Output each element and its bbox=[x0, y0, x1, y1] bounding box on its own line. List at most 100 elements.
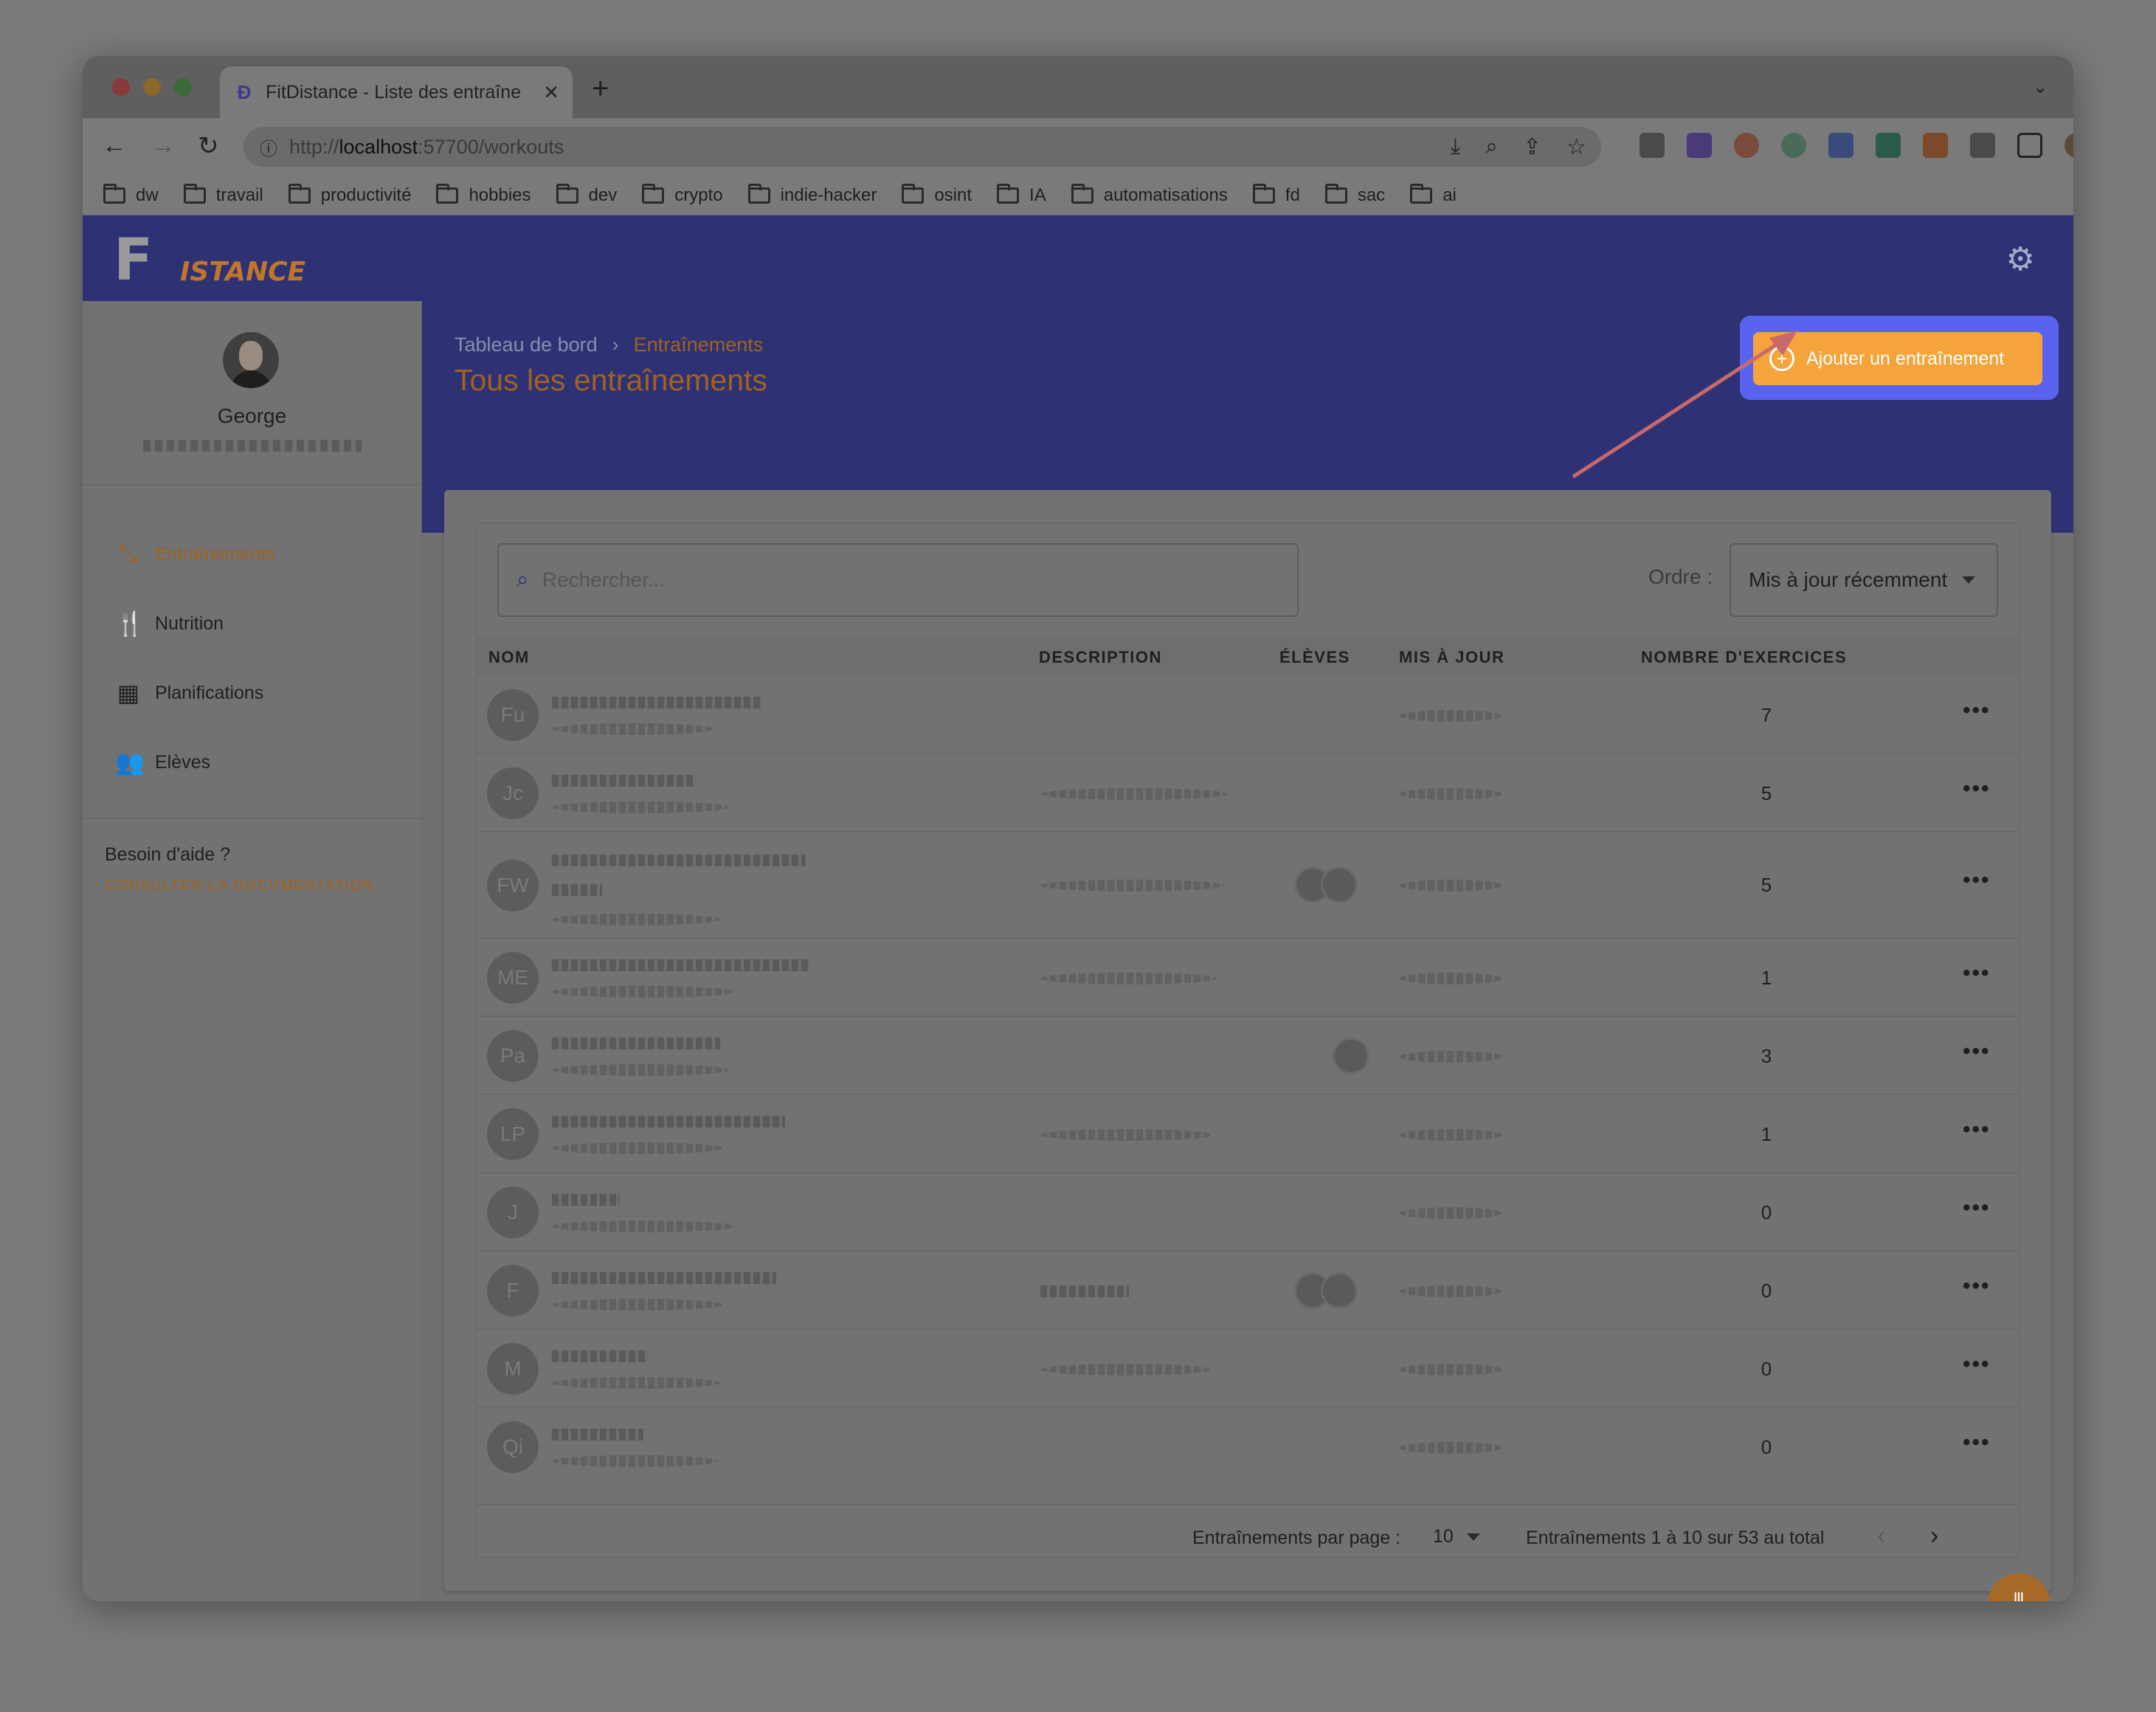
site-info-icon[interactable]: ⓘ bbox=[260, 134, 277, 160]
extensions-puzzle-icon[interactable] bbox=[1970, 133, 1995, 158]
student-avatar[interactable] bbox=[1321, 1272, 1358, 1309]
back-arrow-icon[interactable]: ← bbox=[102, 131, 127, 160]
gear-icon[interactable]: ⚙ bbox=[2006, 241, 2035, 278]
pagination-range: Entraînements 1 à 10 sur 53 au total bbox=[1526, 1528, 1825, 1548]
more-actions-icon[interactable]: ••• bbox=[1963, 698, 1991, 723]
exercise-count: 0 bbox=[1761, 1280, 1772, 1302]
profile-avatar[interactable] bbox=[2065, 133, 2073, 158]
column-header-eleves[interactable]: ÉLÈVES bbox=[1279, 648, 1350, 667]
column-header-description[interactable]: DESCRIPTION bbox=[1039, 648, 1162, 667]
table-row[interactable]: FW 5 ••• bbox=[477, 832, 2019, 939]
more-actions-icon[interactable]: ••• bbox=[1963, 868, 1991, 893]
close-tab-icon[interactable]: ✕ bbox=[543, 81, 559, 104]
table-row[interactable]: Qi 0 ••• bbox=[477, 1408, 2019, 1486]
extension-fox-icon[interactable] bbox=[1923, 133, 1948, 158]
breadcrumb-dashboard[interactable]: Tableau de bord bbox=[455, 334, 598, 356]
workout-avatar: Pa bbox=[487, 1030, 539, 1082]
workout-date-redacted bbox=[552, 1221, 735, 1232]
side-panel-icon[interactable] bbox=[2017, 133, 2042, 158]
bookmark-folder[interactable]: indie-hacker bbox=[747, 183, 877, 206]
next-page-icon[interactable]: › bbox=[1930, 1522, 1938, 1550]
extension-fd-icon[interactable] bbox=[1828, 133, 1853, 158]
address-bar[interactable]: ⓘ http://localhost:57700/workouts ⤓ ⌕ ⇪ … bbox=[243, 127, 1601, 167]
bookmark-folder[interactable]: crypto bbox=[642, 183, 723, 206]
dropdown-caret-icon bbox=[1466, 1533, 1480, 1541]
chevron-right-icon: › bbox=[612, 334, 619, 356]
more-actions-icon[interactable]: ••• bbox=[1963, 776, 1991, 801]
bookmark-folder[interactable]: sac bbox=[1324, 183, 1385, 206]
table-row[interactable]: ME 1 ••• bbox=[477, 939, 2019, 1017]
student-avatar[interactable] bbox=[1333, 1038, 1369, 1074]
tab-list-chevron-icon[interactable]: ⌄ bbox=[2032, 75, 2048, 98]
column-header-nom[interactable]: NOM bbox=[488, 648, 530, 667]
sidebar-item-entrainements[interactable]: ⤡ Entraînements bbox=[115, 540, 274, 568]
workout-avatar: LP bbox=[487, 1108, 539, 1160]
documentation-link[interactable]: CONSULTER LA DOCUMENTATION bbox=[105, 878, 375, 894]
table-row[interactable]: F 0 ••• bbox=[477, 1252, 2019, 1330]
bookmark-folder[interactable]: ai bbox=[1410, 183, 1457, 206]
bookmark-folder[interactable]: fd bbox=[1252, 183, 1300, 206]
extension-shirt-icon[interactable] bbox=[1876, 133, 1901, 158]
rows-per-page-select[interactable]: 10 bbox=[1433, 1526, 1480, 1547]
table-row[interactable]: Jc 5 ••• bbox=[477, 754, 2019, 832]
more-actions-icon[interactable]: ••• bbox=[1963, 1039, 1991, 1064]
more-actions-icon[interactable]: ••• bbox=[1963, 1430, 1991, 1455]
close-window-button[interactable] bbox=[112, 78, 130, 96]
workout-name-redacted bbox=[552, 1272, 776, 1284]
bookmark-folder[interactable]: IA bbox=[997, 183, 1046, 206]
zoom-icon[interactable]: ⌕ bbox=[1485, 134, 1498, 160]
bookmark-folder[interactable]: osint bbox=[902, 183, 972, 206]
bookmark-folder[interactable]: dev bbox=[556, 183, 617, 206]
table-row[interactable]: Pa 3 ••• bbox=[477, 1017, 2019, 1095]
zoom-window-button[interactable] bbox=[174, 78, 192, 96]
folder-icon bbox=[902, 183, 925, 204]
bookmark-star-icon[interactable]: ☆ bbox=[1566, 134, 1586, 160]
extension-ring-icon[interactable] bbox=[1781, 133, 1806, 158]
table-row[interactable]: J 0 ••• bbox=[477, 1173, 2019, 1252]
previous-page-icon[interactable]: ‹ bbox=[1877, 1522, 1885, 1550]
more-actions-icon[interactable]: ••• bbox=[1963, 1352, 1991, 1377]
browser-tab[interactable]: Ɖ FitDistance - Liste des entraîne ✕ bbox=[220, 66, 573, 118]
bookmark-folder[interactable]: automatisations bbox=[1071, 183, 1228, 206]
workout-name-redacted bbox=[552, 775, 695, 787]
sidebar-item-planifications[interactable]: ▦ Planifications bbox=[115, 679, 263, 707]
workout-name-redacted bbox=[552, 1429, 643, 1440]
tab-bar: Ɖ FitDistance - Liste des entraîne ✕ + ⌄ bbox=[83, 56, 2073, 118]
order-select[interactable]: Mis à jour récemment bbox=[1730, 543, 1998, 617]
more-actions-icon[interactable]: ••• bbox=[1963, 1195, 1991, 1221]
column-header-nombre-exercices[interactable]: NOMBRE D'EXERCICES bbox=[1641, 648, 1847, 667]
fitdistance-logo[interactable]: F ISTANCE bbox=[114, 227, 305, 294]
more-actions-icon[interactable]: ••• bbox=[1963, 1274, 1991, 1299]
extension-send-icon[interactable] bbox=[1640, 133, 1665, 158]
avatar[interactable] bbox=[223, 332, 279, 388]
install-icon[interactable]: ⤓ bbox=[1451, 134, 1460, 160]
bookmark-folder[interactable]: dw bbox=[103, 183, 159, 206]
search-field[interactable]: ⌕ bbox=[497, 543, 1299, 617]
forward-arrow-icon[interactable]: → bbox=[151, 131, 176, 160]
column-header-mis-a-jour[interactable]: MIS À JOUR bbox=[1399, 648, 1504, 667]
minimize-window-button[interactable] bbox=[143, 78, 161, 96]
sidebar-item-eleves[interactable]: 👥 Elèves bbox=[115, 748, 210, 776]
bookmark-folder[interactable]: travail bbox=[183, 183, 263, 206]
folder-icon bbox=[642, 183, 665, 204]
search-input[interactable] bbox=[542, 568, 1206, 592]
new-tab-button[interactable]: + bbox=[592, 72, 609, 106]
reload-icon[interactable]: ↻ bbox=[198, 131, 219, 161]
share-icon[interactable]: ⇪ bbox=[1523, 134, 1541, 160]
sidebar-item-nutrition[interactable]: 🍴 Nutrition bbox=[115, 610, 224, 638]
more-actions-icon[interactable]: ••• bbox=[1963, 961, 1991, 986]
table-row[interactable]: M 0 ••• bbox=[477, 1330, 2019, 1408]
window-controls bbox=[112, 78, 192, 96]
extension-v-icon[interactable] bbox=[1687, 133, 1712, 158]
table-row[interactable]: Fu 7 ••• bbox=[477, 676, 2019, 754]
more-actions-icon[interactable]: ••• bbox=[1963, 1117, 1991, 1142]
extension-color-icon[interactable] bbox=[1734, 133, 1759, 158]
workout-name-redacted bbox=[552, 1038, 720, 1049]
bookmark-folder[interactable]: hobbies bbox=[436, 183, 531, 206]
student-avatar[interactable] bbox=[1321, 866, 1358, 903]
extensions-bar: ⋮ bbox=[1640, 133, 2073, 158]
exercise-count: 5 bbox=[1761, 782, 1772, 804]
bookmark-folder[interactable]: productivité bbox=[288, 183, 411, 206]
table-row[interactable]: LP 1 ••• bbox=[477, 1095, 2019, 1173]
fitdistance-favicon-icon: Ɖ bbox=[237, 80, 252, 103]
